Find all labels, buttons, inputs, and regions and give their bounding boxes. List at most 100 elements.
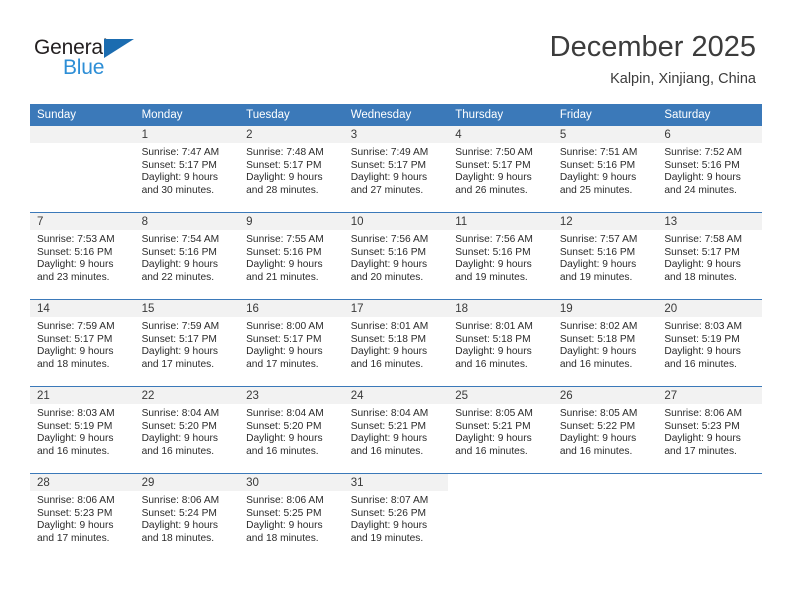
day-number: 21 bbox=[30, 387, 135, 404]
calendar-day-cell[interactable]: 15 Sunrise: 7:59 AM Sunset: 5:17 PM Dayligh… bbox=[134, 299, 240, 387]
calendar-day-cell[interactable]: 4 Sunrise: 7:50 AM Sunset: 5:17 PM Daylight… bbox=[448, 126, 553, 213]
weekday-header-thursday: Thursday bbox=[448, 104, 553, 126]
day-number: 4 bbox=[448, 126, 553, 143]
calendar-day-cell[interactable]: 29 Sunrise: 8:06 AM Sunset: 5:24 PM Dayligh… bbox=[134, 473, 240, 560]
sunset-text: Sunset: 5:20 PM bbox=[246, 420, 322, 432]
day-number: 25 bbox=[448, 387, 553, 404]
daylight-text-line1: Daylight: 9 hours bbox=[664, 346, 741, 358]
sunset-text: Sunset: 5:19 PM bbox=[37, 420, 113, 432]
calendar-day-cell[interactable]: 13 Sunrise: 7:58 AM Sunset: 5:17 PM Dayligh… bbox=[657, 212, 762, 300]
daylight-text-line2: and 28 minutes. bbox=[246, 184, 319, 196]
day-details: Sunrise: 7:56 AM Sunset: 5:16 PM Daylight:… bbox=[448, 230, 553, 284]
sunset-text: Sunset: 5:23 PM bbox=[664, 420, 740, 432]
calendar-day-cell[interactable]: 10 Sunrise: 7:56 AM Sunset: 5:16 PM Dayligh… bbox=[343, 212, 449, 300]
day-details: Sunrise: 7:48 AM Sunset: 5:17 PM Daylight:… bbox=[239, 143, 344, 197]
sunrise-text: Sunrise: 7:59 AM bbox=[141, 321, 220, 332]
calendar-day-cell[interactable]: 6 Sunrise: 7:52 AM Sunset: 5:16 PM Daylight… bbox=[657, 126, 762, 213]
day-number: 14 bbox=[30, 300, 135, 317]
daylight-text-line2: and 24 minutes. bbox=[664, 184, 737, 196]
sunrise-text: Sunrise: 7:48 AM bbox=[246, 147, 324, 158]
calendar-day-cell[interactable]: 14 Sunrise: 7:59 AM Sunset: 5:17 PM Dayligh… bbox=[30, 299, 135, 387]
day-details: Sunrise: 7:47 AM Sunset: 5:17 PM Daylight:… bbox=[135, 143, 240, 197]
day-details: Sunrise: 8:06 AM Sunset: 5:25 PM Daylight:… bbox=[239, 491, 344, 545]
day-number: 26 bbox=[552, 387, 658, 404]
calendar-day-cell[interactable]: 31 Sunrise: 8:07 AM Sunset: 5:26 PM Dayligh… bbox=[343, 473, 449, 560]
sunset-text: Sunset: 5:16 PM bbox=[141, 246, 217, 258]
sunset-text: Sunset: 5:17 PM bbox=[141, 333, 217, 345]
daylight-text-line1: Daylight: 9 hours bbox=[141, 433, 219, 445]
general-blue-logo[interactable]: General Blue bbox=[34, 36, 214, 82]
calendar-day-cell[interactable]: 8 Sunrise: 7:54 AM Sunset: 5:16 PM Daylight… bbox=[134, 212, 240, 300]
daylight-text-line2: and 22 minutes. bbox=[141, 271, 215, 283]
weekday-header-friday: Friday bbox=[552, 104, 658, 126]
day-details: Sunrise: 8:06 AM Sunset: 5:23 PM Daylight:… bbox=[30, 491, 135, 545]
sunset-text: Sunset: 5:18 PM bbox=[559, 333, 636, 345]
day-number: 15 bbox=[134, 300, 240, 317]
sunrise-text: Sunrise: 8:06 AM bbox=[246, 495, 324, 506]
sunrise-text: Sunrise: 8:03 AM bbox=[664, 321, 742, 332]
calendar-day-cell[interactable]: 16 Sunrise: 8:00 AM Sunset: 5:17 PM Dayligh… bbox=[239, 299, 344, 387]
day-number: 16 bbox=[239, 300, 344, 317]
daylight-text-line1: Daylight: 9 hours bbox=[350, 172, 428, 184]
calendar-day-cell[interactable]: 11 Sunrise: 7:56 AM Sunset: 5:16 PM Dayligh… bbox=[448, 212, 553, 300]
calendar-day-cell-empty bbox=[657, 473, 762, 560]
sunset-text: Sunset: 5:19 PM bbox=[664, 333, 740, 345]
day-number: 27 bbox=[657, 387, 762, 404]
calendar-day-cell-empty bbox=[448, 473, 553, 560]
calendar-day-cell[interactable]: 20 Sunrise: 8:03 AM Sunset: 5:19 PM Dayligh… bbox=[657, 299, 762, 387]
daylight-text-line1: Daylight: 9 hours bbox=[559, 346, 637, 358]
daylight-text-line2: and 16 minutes. bbox=[37, 445, 110, 457]
calendar-day-cell[interactable]: 9 Sunrise: 7:55 AM Sunset: 5:16 PM Daylight… bbox=[239, 212, 344, 300]
calendar-day-cell[interactable]: 23 Sunrise: 8:04 AM Sunset: 5:20 PM Dayligh… bbox=[239, 386, 344, 474]
day-details: Sunrise: 7:59 AM Sunset: 5:17 PM Daylight:… bbox=[30, 317, 135, 371]
daylight-text-line1: Daylight: 9 hours bbox=[664, 433, 741, 445]
sunrise-text: Sunrise: 7:56 AM bbox=[455, 234, 533, 245]
day-details: Sunrise: 7:58 AM Sunset: 5:17 PM Daylight:… bbox=[657, 230, 762, 284]
day-number: 29 bbox=[134, 474, 240, 491]
calendar-day-cell[interactable]: 17 Sunrise: 8:01 AM Sunset: 5:18 PM Dayligh… bbox=[343, 299, 449, 387]
daylight-text-line1: Daylight: 9 hours bbox=[141, 520, 219, 532]
daylight-text-line2: and 16 minutes. bbox=[664, 358, 737, 370]
calendar-day-cell[interactable]: 5 Sunrise: 7:51 AM Sunset: 5:16 PM Daylight… bbox=[552, 126, 658, 213]
day-details: Sunrise: 8:05 AM Sunset: 5:22 PM Daylight:… bbox=[553, 404, 658, 458]
calendar-day-cell[interactable]: 22 Sunrise: 8:04 AM Sunset: 5:20 PM Dayligh… bbox=[134, 386, 240, 474]
calendar-day-cell[interactable]: 19 Sunrise: 8:02 AM Sunset: 5:18 PM Dayligh… bbox=[552, 299, 658, 387]
calendar-week-row: 21 Sunrise: 8:03 AM Sunset: 5:19 PM Dayligh… bbox=[30, 386, 762, 474]
daylight-text-line2: and 18 minutes. bbox=[37, 358, 110, 370]
calendar-day-cell[interactable]: 30 Sunrise: 8:06 AM Sunset: 5:25 PM Dayligh… bbox=[239, 473, 344, 560]
sunset-text: Sunset: 5:18 PM bbox=[350, 333, 427, 345]
calendar-day-cell[interactable]: 3 Sunrise: 7:49 AM Sunset: 5:17 PM Daylight… bbox=[343, 126, 449, 213]
calendar-day-cell[interactable]: 26 Sunrise: 8:05 AM Sunset: 5:22 PM Dayligh… bbox=[552, 386, 658, 474]
daylight-text-line1: Daylight: 9 hours bbox=[141, 346, 219, 358]
day-number: 18 bbox=[448, 300, 553, 317]
sunset-text: Sunset: 5:17 PM bbox=[141, 159, 217, 171]
calendar-day-cell[interactable]: 27 Sunrise: 8:06 AM Sunset: 5:23 PM Dayligh… bbox=[657, 386, 762, 474]
calendar-day-cell[interactable]: 2 Sunrise: 7:48 AM Sunset: 5:17 PM Daylight… bbox=[239, 126, 344, 213]
calendar-page: General Blue December 2025 Kalpin, Xinji… bbox=[0, 0, 792, 612]
sunset-text: Sunset: 5:16 PM bbox=[350, 246, 427, 258]
sunset-text: Sunset: 5:17 PM bbox=[246, 159, 322, 171]
daylight-text-line1: Daylight: 9 hours bbox=[37, 346, 114, 358]
day-details: Sunrise: 8:06 AM Sunset: 5:23 PM Daylight:… bbox=[657, 404, 762, 458]
sunset-text: Sunset: 5:23 PM bbox=[37, 507, 113, 519]
calendar-day-cell[interactable]: 24 Sunrise: 8:04 AM Sunset: 5:21 PM Dayligh… bbox=[343, 386, 449, 474]
sunrise-text: Sunrise: 7:52 AM bbox=[664, 147, 742, 158]
calendar-day-cell[interactable]: 21 Sunrise: 8:03 AM Sunset: 5:19 PM Dayligh… bbox=[30, 386, 135, 474]
calendar-day-cell[interactable]: 28 Sunrise: 8:06 AM Sunset: 5:23 PM Dayligh… bbox=[30, 473, 135, 560]
daylight-text-line2: and 18 minutes. bbox=[664, 271, 737, 283]
daylight-text-line1: Daylight: 9 hours bbox=[664, 259, 741, 271]
sunrise-text: Sunrise: 8:05 AM bbox=[455, 408, 533, 419]
calendar-day-cell[interactable]: 12 Sunrise: 7:57 AM Sunset: 5:16 PM Dayligh… bbox=[552, 212, 658, 300]
daylight-text-line1: Daylight: 9 hours bbox=[37, 520, 114, 532]
calendar-day-cell[interactable]: 25 Sunrise: 8:05 AM Sunset: 5:21 PM Dayligh… bbox=[448, 386, 553, 474]
sunrise-text: Sunrise: 7:51 AM bbox=[559, 147, 638, 158]
calendar-day-cell[interactable]: 1 Sunrise: 7:47 AM Sunset: 5:17 PM Daylight… bbox=[134, 126, 240, 213]
title-block: December 2025 Kalpin, Xinjiang, China bbox=[550, 30, 756, 89]
day-details: Sunrise: 8:00 AM Sunset: 5:17 PM Daylight:… bbox=[239, 317, 344, 371]
calendar-day-cell-empty bbox=[552, 473, 658, 560]
daylight-text-line1: Daylight: 9 hours bbox=[350, 520, 428, 532]
calendar-day-cell[interactable]: 7 Sunrise: 7:53 AM Sunset: 5:16 PM Daylight… bbox=[30, 212, 135, 300]
calendar-grid: Sunday Monday Tuesday Wednesday Thursday… bbox=[30, 104, 762, 560]
day-details: Sunrise: 8:01 AM Sunset: 5:18 PM Daylight:… bbox=[448, 317, 553, 371]
calendar-day-cell[interactable]: 18 Sunrise: 8:01 AM Sunset: 5:18 PM Dayligh… bbox=[448, 299, 553, 387]
